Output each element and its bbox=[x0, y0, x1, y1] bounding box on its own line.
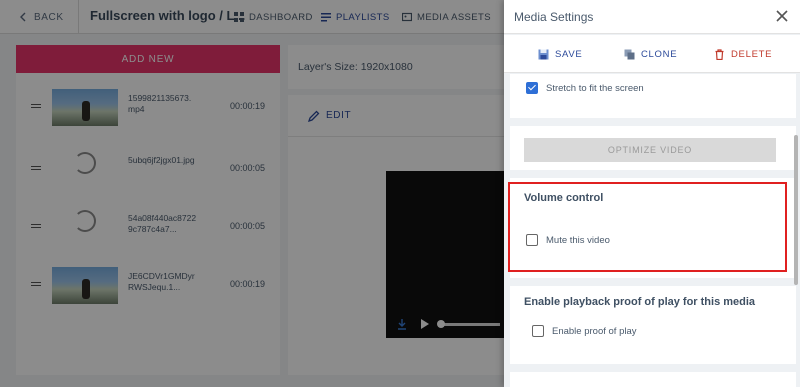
delete-button[interactable]: DELETE bbox=[714, 35, 772, 73]
proof-of-play-card: Enable playback proof of play for this m… bbox=[510, 286, 796, 364]
proof-of-play-checkbox[interactable] bbox=[532, 325, 544, 337]
drawer-header: Media Settings bbox=[504, 0, 800, 34]
next-card bbox=[510, 372, 796, 387]
stretch-option[interactable]: Stretch to fit the screen bbox=[526, 82, 644, 94]
trash-icon bbox=[715, 48, 724, 60]
optimize-card: OPTIMIZE VIDEO bbox=[510, 126, 796, 170]
delete-label: DELETE bbox=[731, 48, 773, 60]
stretch-checkbox[interactable] bbox=[526, 82, 538, 94]
clone-label: CLONE bbox=[641, 48, 678, 60]
drawer-scrollbar-thumb[interactable] bbox=[794, 135, 798, 285]
close-icon[interactable] bbox=[772, 6, 792, 26]
save-label: SAVE bbox=[555, 48, 583, 60]
floppy-icon bbox=[538, 49, 549, 59]
stretch-label: Stretch to fit the screen bbox=[546, 82, 644, 94]
modal-backdrop[interactable] bbox=[0, 0, 504, 387]
clone-button[interactable]: CLONE bbox=[624, 35, 677, 73]
proof-of-play-option[interactable]: Enable proof of play bbox=[532, 325, 637, 337]
drawer-title: Media Settings bbox=[514, 10, 594, 24]
drawer-actions: SAVE CLONE DELETE bbox=[504, 35, 800, 73]
highlight-box bbox=[508, 182, 787, 272]
proof-of-play-title: Enable playback proof of play for this m… bbox=[524, 296, 756, 308]
copy-icon bbox=[624, 49, 635, 59]
save-button[interactable]: SAVE bbox=[538, 35, 582, 73]
proof-of-play-label: Enable proof of play bbox=[552, 325, 637, 337]
optimize-video-button[interactable]: OPTIMIZE VIDEO bbox=[524, 138, 776, 162]
stretch-card: Stretch to fit the screen bbox=[510, 74, 796, 118]
